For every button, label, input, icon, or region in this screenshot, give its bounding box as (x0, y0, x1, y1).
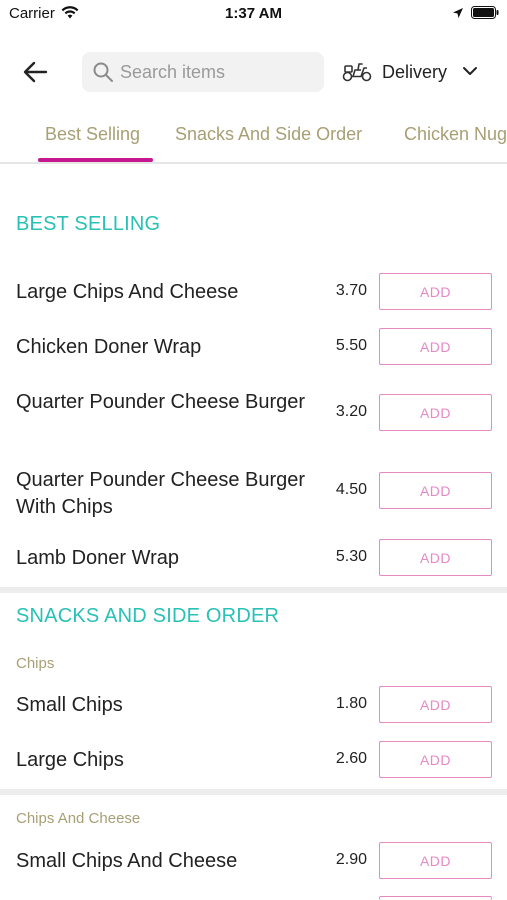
item-name: Large Chips (16, 749, 124, 771)
section-divider (0, 587, 507, 593)
add-button[interactable]: ADD (379, 472, 492, 509)
add-button[interactable]: ADD (379, 842, 492, 879)
add-button-partial[interactable] (379, 896, 492, 900)
item-name: Small Chips And Cheese (16, 850, 238, 872)
item-price: 5.50 (335, 337, 367, 354)
subcategory-title-chips-and-cheese: Chips And Cheese (16, 810, 141, 827)
item-price: 2.90 (335, 851, 367, 868)
add-button[interactable]: ADD (379, 394, 492, 431)
add-button[interactable]: ADD (379, 273, 492, 310)
search-icon (92, 61, 114, 88)
section-title-best-selling: BEST SELLING (16, 213, 161, 235)
header: Delivery (0, 44, 507, 100)
section-title-snacks-and-side-order: SNACKS AND SIDE ORDER (16, 605, 280, 627)
tab-best-selling[interactable]: Best Selling (45, 124, 140, 145)
subcategory-title-chips: Chips (16, 655, 55, 672)
item-name: Quarter Pounder Cheese Burger (16, 391, 306, 413)
add-button[interactable]: ADD (379, 686, 492, 723)
battery-icon (471, 6, 499, 23)
back-arrow-icon (23, 61, 48, 83)
active-tab-indicator (38, 158, 153, 162)
subcategory-divider (0, 789, 507, 795)
item-name: Quarter Pounder Cheese Burger With Chips (16, 469, 306, 518)
back-button[interactable] (20, 56, 52, 88)
item-name: Lamb Doner Wrap (16, 547, 180, 569)
category-tabs: Best Selling Snacks And Side Order Chick… (0, 114, 507, 164)
clock: 1:37 AM (225, 5, 282, 22)
item-price: 5.30 (335, 548, 367, 565)
item-name: Large Chips And Cheese (16, 281, 239, 303)
item-price: 3.20 (335, 403, 367, 420)
item-name: Chicken Doner Wrap (16, 336, 202, 358)
search-input[interactable] (120, 52, 316, 92)
search-box[interactable] (82, 52, 324, 92)
location-arrow-icon (452, 6, 464, 23)
item-price: 1.80 (335, 695, 367, 712)
tab-chicken-nuggets[interactable]: Chicken Nuggets (404, 124, 507, 145)
chevron-down-icon (462, 64, 478, 82)
add-button[interactable]: ADD (379, 328, 492, 365)
add-button[interactable]: ADD (379, 741, 492, 778)
tab-snacks-and-side-order[interactable]: Snacks And Side Order (175, 124, 362, 145)
item-price: 2.60 (335, 750, 367, 767)
scooter-icon (342, 60, 372, 87)
item-name: Small Chips (16, 694, 123, 716)
item-price: 3.70 (335, 282, 367, 299)
status-bar: Carrier 1:37 AM (0, 0, 507, 30)
item-price: 4.50 (335, 481, 367, 498)
delivery-label: Delivery (382, 62, 448, 82)
add-button[interactable]: ADD (379, 539, 492, 576)
